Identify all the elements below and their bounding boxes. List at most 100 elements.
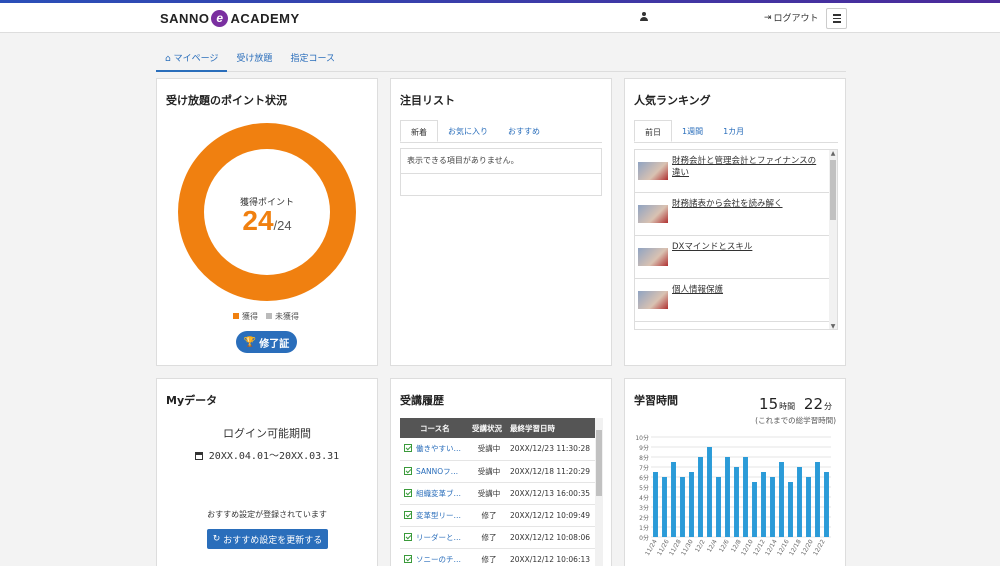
y-tick-label: 9分: [639, 444, 649, 452]
logo-mark: e: [211, 10, 229, 27]
ranking-scrollbar[interactable]: ▲ ▼: [829, 150, 837, 329]
ranking-item[interactable]: DXマインドとスキル: [635, 236, 837, 279]
points-card: 受け放題のポイント状況 獲得ポイント 24/24 獲得 未獲得 🏆 修了証: [156, 78, 378, 366]
cell-course[interactable]: 組織変革ブ…: [400, 482, 468, 505]
cell-date: 20XX/12/18 11:20:29: [506, 460, 602, 483]
refresh-icon: ↻: [212, 534, 221, 544]
cell-course[interactable]: SANNOフ…: [400, 460, 468, 483]
tab-mypage-label: マイページ: [173, 54, 219, 64]
table-row[interactable]: 変革型リー… 修了 20XX/12/12 10:09:49: [400, 504, 602, 527]
col-course[interactable]: コース名: [400, 418, 468, 438]
ranking-item[interactable]: 財務会計と管理会計とファイナンスの違い: [635, 150, 837, 193]
course-name: 変革型リー…: [416, 510, 461, 520]
course-name: 働きやすい…: [416, 444, 461, 454]
tab-one-week[interactable]: 1週間: [672, 120, 713, 142]
table-row[interactable]: SANNOフ… 受講中 20XX/12/18 11:20:29: [400, 460, 602, 483]
history-card: 受講履歴 コース名 受講状況 最終学習日時 働きやすい… 受講中 20XX/12/2…: [390, 378, 612, 566]
bar: [671, 462, 676, 537]
table-row[interactable]: ソニーのチ… 修了 20XX/12/12 10:06:13: [400, 548, 602, 566]
tab-one-month[interactable]: 1カ月: [713, 120, 754, 142]
tab-assigned-courses[interactable]: 指定コース: [281, 46, 344, 72]
study-title: 学習時間: [634, 394, 678, 407]
course-thumbnail: [638, 162, 668, 180]
main-tabs: ⌂ マイページ 受け放題 指定コース: [156, 46, 846, 72]
legend-unearned-label: 未獲得: [275, 312, 299, 321]
bar: [779, 462, 784, 537]
ranking-item[interactable]: 個人情報保護: [635, 279, 837, 322]
history-table: コース名 受講状況 最終学習日時 働きやすい… 受講中 20XX/12/23 11:…: [400, 418, 602, 566]
tab-mypage[interactable]: ⌂ マイページ: [156, 46, 228, 72]
check-icon: [404, 532, 412, 541]
table-row[interactable]: 組織変革ブ… 受講中 20XX/12/13 16:00:35: [400, 482, 602, 505]
ranking-item[interactable]: 財務諸表から会社を読み解く: [635, 193, 837, 236]
cell-status: 修了: [468, 526, 506, 549]
home-icon: ⌂: [165, 54, 171, 64]
mydata-title: Myデータ: [166, 394, 218, 407]
tab-favorites[interactable]: お気に入り: [438, 120, 498, 142]
tab-previous-day[interactable]: 前日: [634, 120, 672, 142]
tab-recommended[interactable]: おすすめ: [498, 120, 550, 142]
bar: [653, 472, 658, 537]
ranking-list: 財務会計と管理会計とファイナンスの違い 財務諸表から会社を読み解く DXマインド…: [634, 149, 838, 330]
study-card: 学習時間 15時間 22分 (これまでの総学習時間) 0分 1分 2分 3分 4分 5分 6…: [624, 378, 846, 566]
course-thumbnail: [638, 205, 668, 223]
legend-earned-label: 獲得: [242, 312, 258, 321]
cell-status: 修了: [468, 504, 506, 527]
history-scrollbar[interactable]: [595, 418, 603, 566]
calendar-icon: [194, 452, 203, 460]
header-stripe: [0, 0, 1000, 3]
cell-course[interactable]: 働きやすい…: [400, 438, 468, 461]
tab-unlimited[interactable]: 受け放題: [227, 46, 281, 72]
bar: [725, 457, 730, 537]
user-icon[interactable]: [640, 12, 648, 21]
logo[interactable]: SANNO e ACADEMY: [160, 10, 300, 27]
points-title: 受け放題のポイント状況: [166, 94, 287, 107]
course-thumbnail: [638, 291, 668, 309]
table-row[interactable]: リーダーと… 修了 20XX/12/12 10:08:06: [400, 526, 602, 549]
update-recommend-button[interactable]: ↻ おすすめ設定を更新する: [207, 529, 328, 549]
table-row[interactable]: 働きやすい… 受講中 20XX/12/23 11:30:28: [400, 438, 602, 461]
bar: [689, 472, 694, 537]
x-tick-label: 12/6: [718, 538, 731, 553]
cell-course[interactable]: リーダーと…: [400, 526, 468, 549]
bar: [770, 477, 775, 537]
study-note: (これまでの総学習時間): [755, 416, 836, 425]
legend-earned: 獲得: [233, 311, 258, 322]
bar: [806, 477, 811, 537]
cell-course[interactable]: 変革型リー…: [400, 504, 468, 527]
logout-link[interactable]: ⇥ ログアウト: [764, 11, 819, 25]
top-navbar: SANNO e ACADEMY ⇥ ログアウト: [0, 0, 1000, 33]
logo-text-right: ACADEMY: [230, 11, 300, 26]
watchlist-list: 表示できる項目がありません。: [400, 148, 602, 196]
trophy-icon: 🏆: [243, 336, 257, 348]
study-hours: 15: [759, 395, 779, 413]
tab-new[interactable]: 新着: [400, 120, 438, 142]
hamburger-icon[interactable]: [826, 8, 847, 29]
ranking-item-title: 財務会計と管理会計とファイナンスの違い: [672, 156, 817, 178]
login-period-text: 20XX.04.01～20XX.03.31: [208, 451, 340, 462]
ranking-card: 人気ランキング 前日 1週間 1カ月 財務会計と管理会計とファイナンスの違い 財…: [624, 78, 846, 366]
cell-date: 20XX/12/12 10:06:13: [506, 548, 602, 566]
cell-date: 20XX/12/12 10:09:49: [506, 504, 602, 527]
points-earned: 24: [242, 205, 274, 236]
ranking-item-title: 財務諸表から会社を読み解く: [672, 199, 783, 209]
col-last-date[interactable]: 最終学習日時: [506, 418, 602, 438]
empty-message: 表示できる項目がありません。: [401, 149, 601, 174]
logo-text-left: SANNO: [160, 11, 210, 26]
cell-course[interactable]: ソニーのチ…: [400, 548, 468, 566]
recommend-note: おすすめ設定が登録されています: [207, 510, 327, 519]
y-tick-label: 5分: [639, 484, 649, 492]
y-tick-label: 10分: [635, 434, 649, 442]
study-hours-unit: 時間: [779, 402, 796, 411]
certificate-label: 修了証: [259, 338, 290, 350]
login-period-value: 20XX.04.01～20XX.03.31: [157, 447, 377, 462]
sign-out-icon: ⇥: [764, 12, 772, 23]
col-status[interactable]: 受講状況: [468, 418, 506, 438]
y-tick-label: 7分: [639, 464, 649, 472]
history-table-wrap: コース名 受講状況 最終学習日時 働きやすい… 受講中 20XX/12/23 11:…: [400, 379, 603, 566]
bar: [797, 467, 802, 537]
mydata-card: Myデータ ログイン可能期間 20XX.04.01～20XX.03.31 おすす…: [156, 378, 378, 566]
y-tick-label: 8分: [639, 454, 649, 462]
certificate-button[interactable]: 🏆 修了証: [236, 331, 297, 353]
check-icon: [404, 488, 412, 497]
